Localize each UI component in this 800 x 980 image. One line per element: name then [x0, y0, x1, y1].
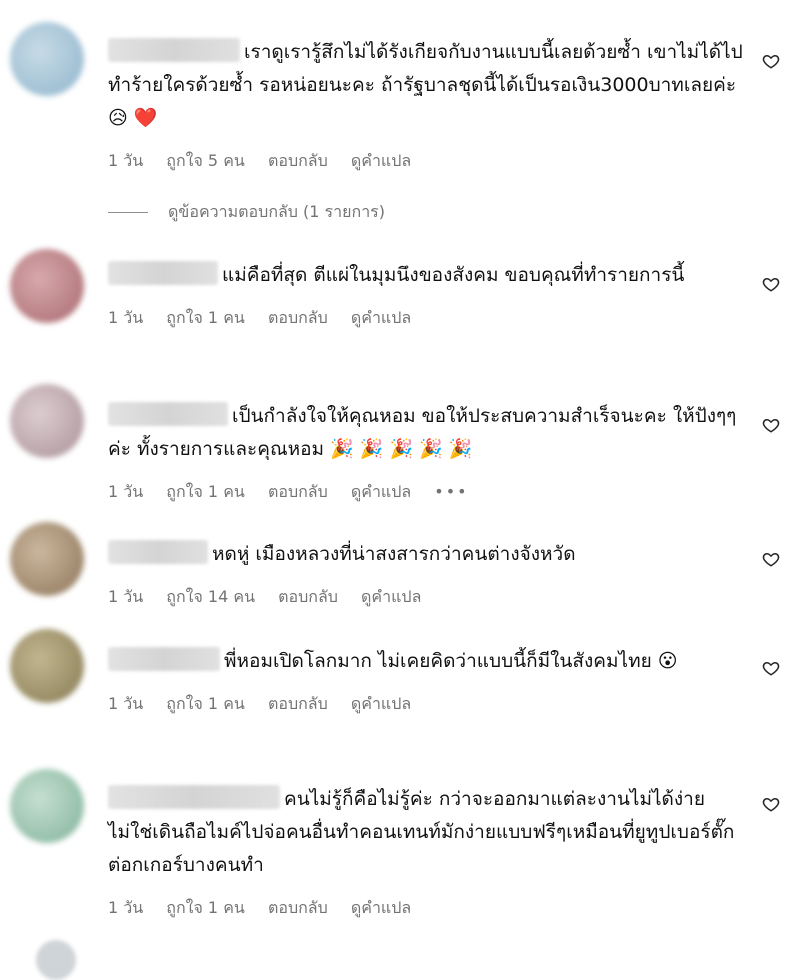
translate-button[interactable]: ดูคำแปล	[351, 898, 411, 917]
comment-item: คนไม่รู้ก็คือไม่รู้ค่ะ กว่าจะออกมาแต่ละง…	[0, 765, 800, 935]
comment-item: หดหู่ เมืองหลวงที่น่าสงสารกว่าคนต่างจังห…	[0, 520, 800, 620]
likes-count[interactable]: ถูกใจ 1 คน	[166, 308, 245, 327]
view-replies-button[interactable]: ดูข้อความตอบกลับ (1 รายการ)	[108, 200, 385, 225]
username-blurred[interactable]	[108, 261, 218, 285]
avatar[interactable]	[10, 249, 84, 323]
username-blurred[interactable]	[108, 540, 208, 564]
likes-count[interactable]: ถูกใจ 1 คน	[166, 898, 245, 917]
comment-time: 1 วัน	[108, 694, 144, 713]
comment-text: แม่คือที่สุด ตีแผ่ในมุมนึงของสังคม ขอบคุ…	[222, 264, 685, 286]
reply-button[interactable]: ตอบกลับ	[268, 308, 328, 327]
username-blurred[interactable]	[108, 785, 280, 809]
likes-count[interactable]: ถูกใจ 14 คน	[166, 587, 255, 606]
comment-text: พี่หอมเปิดโลกมาก ไม่เคยคิดว่าแบบนี้ก็มีใ…	[224, 650, 678, 672]
view-replies-label: ดูข้อความตอบกลับ (1 รายการ)	[168, 202, 386, 221]
comment-item: เป็นกำลังใจให้คุณหอม ขอให้ประสบความสำเร็…	[0, 380, 800, 510]
comment-meta: 1 วัน ถูกใจ 1 คน ตอบกลับ ดูคำแปล •••	[108, 480, 748, 505]
username-blurred[interactable]	[108, 647, 220, 671]
avatar[interactable]	[10, 769, 84, 843]
reply-button[interactable]: ตอบกลับ	[268, 694, 328, 713]
heart-icon[interactable]	[762, 416, 780, 434]
comment-item: พี่หอมเปิดโลกมาก ไม่เคยคิดว่าแบบนี้ก็มีใ…	[0, 625, 800, 760]
likes-count[interactable]: ถูกใจ 1 คน	[166, 482, 245, 501]
comment-time: 1 วัน	[108, 898, 144, 917]
translate-button[interactable]: ดูคำแปล	[351, 694, 411, 713]
username-blurred[interactable]	[108, 402, 228, 426]
avatar[interactable]	[10, 522, 84, 596]
heart-icon[interactable]	[762, 52, 780, 70]
reply-button[interactable]: ตอบกลับ	[268, 898, 328, 917]
comment-meta: 1 วัน ถูกใจ 5 คน ตอบกลับ ดูคำแปล	[108, 149, 748, 174]
translate-button[interactable]: ดูคำแปล	[361, 587, 421, 606]
comment-text: หดหู่ เมืองหลวงที่น่าสงสารกว่าคนต่างจังห…	[212, 543, 576, 565]
more-options-button[interactable]: •••	[434, 482, 468, 501]
translate-button[interactable]: ดูคำแปล	[351, 151, 411, 170]
translate-button[interactable]: ดูคำแปล	[351, 308, 411, 327]
avatar[interactable]	[10, 629, 84, 703]
heart-icon[interactable]	[762, 795, 780, 813]
comment-item: แม่คือที่สุด ตีแผ่ในมุมนึงของสังคม ขอบคุ…	[0, 245, 800, 375]
comment-time: 1 วัน	[108, 587, 144, 606]
comment-meta: 1 วัน ถูกใจ 1 คน ตอบกลับ ดูคำแปล	[108, 896, 748, 921]
heart-icon[interactable]	[762, 550, 780, 568]
comment-time: 1 วัน	[108, 482, 144, 501]
reply-button[interactable]: ตอบกลับ	[278, 587, 338, 606]
avatar[interactable]	[36, 940, 76, 980]
heart-icon[interactable]	[762, 659, 780, 677]
translate-button[interactable]: ดูคำแปล	[351, 482, 411, 501]
avatar[interactable]	[10, 384, 84, 458]
username-blurred[interactable]	[108, 38, 240, 62]
likes-count[interactable]: ถูกใจ 1 คน	[166, 694, 245, 713]
reply-button[interactable]: ตอบกลับ	[268, 151, 328, 170]
comment-meta: 1 วัน ถูกใจ 1 คน ตอบกลับ ดูคำแปล	[108, 692, 748, 717]
comment-time: 1 วัน	[108, 308, 144, 327]
comment-meta: 1 วัน ถูกใจ 14 คน ตอบกลับ ดูคำแปล	[108, 585, 748, 610]
heart-icon[interactable]	[762, 275, 780, 293]
comment-meta: 1 วัน ถูกใจ 1 คน ตอบกลับ ดูคำแปล	[108, 306, 748, 331]
comment-item: เราดูเรารู้สึกไม่ได้รังเกียจกับงานแบบนี้…	[0, 18, 800, 188]
reply-button[interactable]: ตอบกลับ	[268, 482, 328, 501]
avatar[interactable]	[10, 22, 84, 96]
divider-line	[108, 212, 148, 213]
likes-count[interactable]: ถูกใจ 5 คน	[166, 151, 245, 170]
comment-time: 1 วัน	[108, 151, 144, 170]
